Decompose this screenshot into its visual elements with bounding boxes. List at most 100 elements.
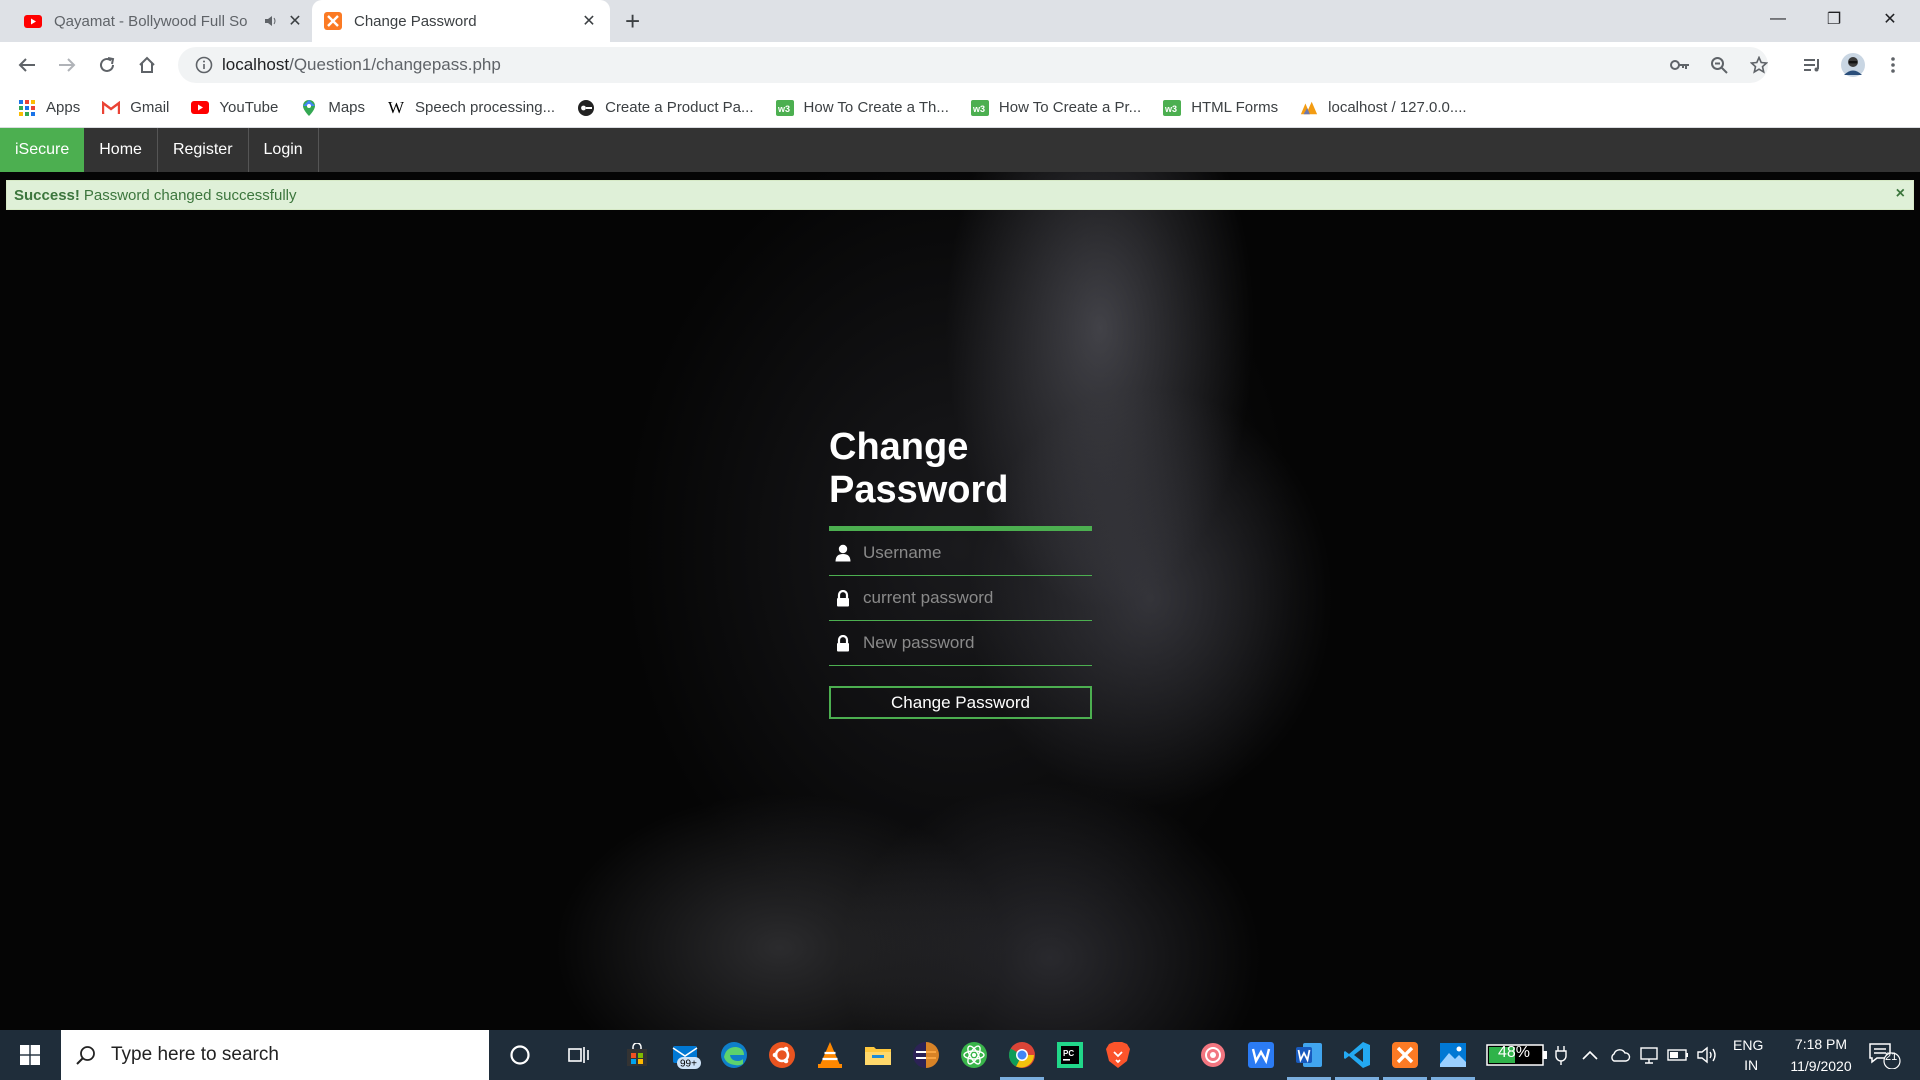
alert-message: Password changed successfully	[83, 186, 297, 204]
bookmark-apps[interactable]: Apps	[18, 99, 80, 117]
close-tab-icon[interactable]: ✕	[580, 12, 598, 30]
w3schools-icon: w3	[1163, 99, 1182, 117]
youtube-icon	[191, 99, 210, 117]
brave-icon[interactable]	[1101, 1039, 1135, 1071]
battery-indicator[interactable]: 48%	[1486, 1030, 1548, 1080]
photos-icon[interactable]	[1431, 1039, 1475, 1080]
windows-start-button[interactable]	[0, 1030, 60, 1080]
volume-icon[interactable]	[1697, 1030, 1719, 1080]
apps-grid-icon	[18, 99, 36, 117]
ubuntu-icon[interactable]	[765, 1039, 799, 1071]
zoom-icon[interactable]	[1710, 47, 1728, 83]
network-icon[interactable]	[1639, 1030, 1659, 1080]
bookmark-youtube[interactable]: YouTube	[191, 99, 278, 117]
wps-writer-icon[interactable]	[1244, 1039, 1278, 1071]
bookmark-label: Create a Product Pa...	[605, 99, 754, 116]
search-placeholder: Type here to search	[111, 1044, 279, 1065]
bookmark-localhost-phpmyadmin[interactable]: localhost / 127.0.0....	[1300, 99, 1467, 117]
tab-youtube[interactable]: Qayamat - Bollywood Full So ✕	[24, 0, 304, 42]
nav-register[interactable]: Register	[158, 128, 249, 172]
browser-toolbar: localhost/Question1/changepass.php	[0, 42, 1920, 88]
notification-count: 21	[1885, 1051, 1898, 1063]
change-password-button[interactable]: Change Password	[829, 686, 1092, 719]
chrome-icon[interactable]	[1000, 1039, 1044, 1080]
tab-change-password[interactable]: Change Password ✕	[312, 0, 610, 42]
nav-login[interactable]: Login	[249, 128, 319, 172]
word-icon[interactable]	[1287, 1039, 1331, 1080]
bookmark-html-forms[interactable]: w3 HTML Forms	[1163, 99, 1278, 117]
bookmark-create-product-page[interactable]: Create a Product Pa...	[577, 99, 754, 117]
browser-tab-strip: Qayamat - Bollywood Full So ✕ Change Pas…	[0, 0, 1920, 42]
bookmark-speech-processing[interactable]: W Speech processing...	[387, 97, 556, 117]
speaker-icon[interactable]	[262, 12, 280, 30]
restore-icon[interactable]: ❐	[1806, 0, 1862, 38]
close-window-icon[interactable]: ✕	[1862, 0, 1918, 38]
bookmark-how-to-create-pr[interactable]: w3 How To Create a Pr...	[970, 99, 1141, 117]
bookmark-how-to-create-th[interactable]: w3 How To Create a Th...	[775, 99, 949, 117]
lang-line2: IN	[1744, 1057, 1759, 1073]
url-host: localhost	[222, 55, 290, 74]
maps-icon	[300, 99, 318, 117]
page-viewport: iSecure Home Register Login Success! Pas…	[0, 128, 1920, 1030]
profile-avatar[interactable]	[1838, 50, 1868, 80]
bookmark-label: Speech processing...	[415, 99, 556, 116]
bookmark-maps[interactable]: Maps	[300, 99, 365, 117]
vlc-icon[interactable]	[813, 1039, 847, 1071]
clock-date: 11/9/2020	[1790, 1058, 1852, 1074]
wikipedia-icon: W	[387, 97, 405, 117]
home-icon[interactable]	[132, 50, 162, 80]
app-swirl-icon[interactable]	[1196, 1039, 1230, 1071]
vscode-icon[interactable]	[1335, 1039, 1379, 1080]
user-icon	[833, 544, 853, 562]
onedrive-icon[interactable]	[1609, 1030, 1631, 1080]
xampp-icon[interactable]	[1383, 1039, 1427, 1080]
success-alert: Success! Password changed successfully ×	[6, 180, 1914, 210]
alert-strong: Success!	[14, 186, 80, 204]
battery-tray-icon[interactable]	[1667, 1030, 1689, 1080]
current-password-input[interactable]	[863, 588, 1083, 608]
form-title: Change Password	[829, 426, 1009, 511]
search-icon	[61, 1045, 111, 1065]
change-password-form: Change Password Change Password	[829, 426, 1092, 719]
bookmark-star-icon[interactable]	[1750, 47, 1768, 83]
new-password-input[interactable]	[863, 633, 1083, 653]
eclipse-icon[interactable]	[909, 1039, 943, 1071]
mail-icon[interactable]: 99+	[669, 1039, 703, 1071]
taskbar-search-box[interactable]: Type here to search	[61, 1030, 489, 1080]
show-hidden-icons-chevron[interactable]	[1582, 1030, 1598, 1080]
bookmark-label: HTML Forms	[1191, 99, 1279, 116]
close-tab-icon[interactable]: ✕	[286, 12, 304, 30]
forward-icon[interactable]	[52, 50, 82, 80]
svg-text:w3: w3	[972, 104, 985, 114]
edge-icon[interactable]	[717, 1039, 751, 1071]
tab-title: Qayamat - Bollywood Full So	[54, 12, 248, 30]
lock-icon	[833, 634, 853, 652]
site-info-icon[interactable]	[186, 56, 222, 74]
nav-brand-isecure[interactable]: iSecure	[0, 128, 85, 172]
atom-icon[interactable]	[957, 1039, 991, 1071]
pycharm-icon[interactable]: PC	[1053, 1039, 1087, 1071]
gmail-icon	[102, 99, 121, 117]
alert-close-button[interactable]: ×	[1896, 185, 1905, 203]
action-center-icon[interactable]: 21	[1868, 1030, 1902, 1080]
store-icon[interactable]	[620, 1039, 654, 1071]
bookmark-gmail[interactable]: Gmail	[102, 99, 169, 117]
language-indicator[interactable]: ENG IN	[1733, 1030, 1763, 1080]
back-icon[interactable]	[12, 50, 42, 80]
media-control-icon[interactable]	[1798, 50, 1828, 80]
key-icon[interactable]	[1670, 47, 1690, 83]
bookmark-label: Apps	[46, 99, 81, 116]
task-view-icon[interactable]	[562, 1039, 596, 1071]
clock[interactable]: 7:18 PM 11/9/2020	[1776, 1030, 1866, 1080]
menu-kebab-icon[interactable]	[1878, 50, 1908, 80]
cortana-icon[interactable]	[503, 1039, 537, 1071]
mail-badge-count: 99+	[680, 1059, 697, 1070]
nav-home[interactable]: Home	[84, 128, 158, 172]
power-plug-icon	[1555, 1030, 1567, 1080]
username-input[interactable]	[863, 543, 1083, 563]
new-tab-button[interactable]: +	[625, 8, 640, 34]
file-explorer-icon[interactable]	[861, 1039, 895, 1071]
minimize-icon[interactable]: —	[1750, 0, 1806, 38]
address-bar[interactable]: localhost/Question1/changepass.php	[178, 47, 1768, 83]
reload-icon[interactable]	[92, 50, 122, 80]
